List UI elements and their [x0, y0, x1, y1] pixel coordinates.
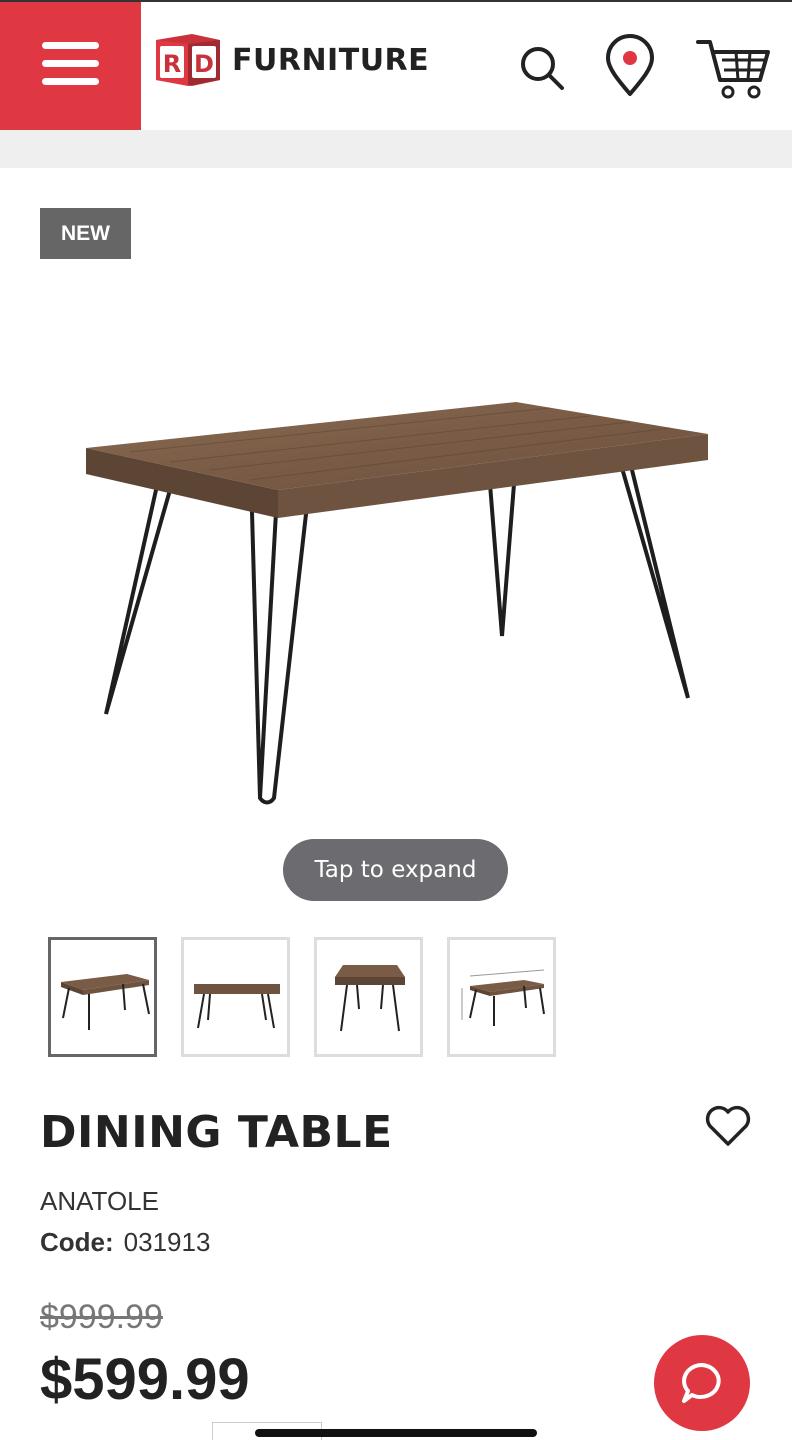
menu-icon-bar-3 [42, 78, 99, 85]
chat-button[interactable] [654, 1335, 750, 1431]
thumbnail-1-image [60, 974, 150, 1030]
thumbnail-2[interactable] [181, 937, 290, 1057]
thumbnail-3-image [334, 965, 405, 1032]
site-header: R D FURNITURE [0, 2, 792, 130]
location-pin-icon[interactable] [604, 34, 656, 98]
product-code-value: 031913 [123, 1227, 211, 1257]
breadcrumb-bar [0, 130, 792, 168]
cart-icon[interactable] [696, 38, 772, 100]
menu-icon-bar-1 [42, 42, 99, 49]
sale-price: $599.99 [40, 1347, 250, 1412]
search-icon[interactable] [518, 44, 566, 92]
thumbnail-1[interactable] [48, 937, 157, 1057]
new-badge: NEW [40, 208, 131, 259]
thumbnail-2-image [193, 984, 280, 1029]
thumbnail-4-image [461, 969, 545, 1026]
logo-text: FURNITURE [232, 42, 430, 78]
product-code-label: Code: [40, 1227, 114, 1257]
logo-letter-r: R [163, 50, 181, 78]
product-title: DINING TABLE [40, 1107, 393, 1158]
thumbnail-4[interactable] [447, 937, 556, 1057]
wishlist-heart-icon[interactable] [704, 1104, 752, 1148]
logo-letter-d: D [194, 50, 214, 78]
thumbnail-3[interactable] [314, 937, 423, 1057]
tap-to-expand-button[interactable]: Tap to expand [283, 839, 508, 901]
menu-button[interactable] [0, 2, 141, 130]
logo[interactable]: R D FURNITURE [152, 32, 429, 88]
product-brand: ANATOLE [40, 1186, 159, 1216]
original-price: $999.99 [40, 1298, 163, 1336]
product-image[interactable] [70, 380, 730, 820]
menu-icon-bar-2 [42, 60, 99, 67]
chat-bubble-icon [682, 1363, 721, 1403]
product-code: Code: 031913 [40, 1227, 210, 1258]
logo-cube-icon: R D [156, 34, 220, 86]
home-indicator [255, 1429, 537, 1437]
